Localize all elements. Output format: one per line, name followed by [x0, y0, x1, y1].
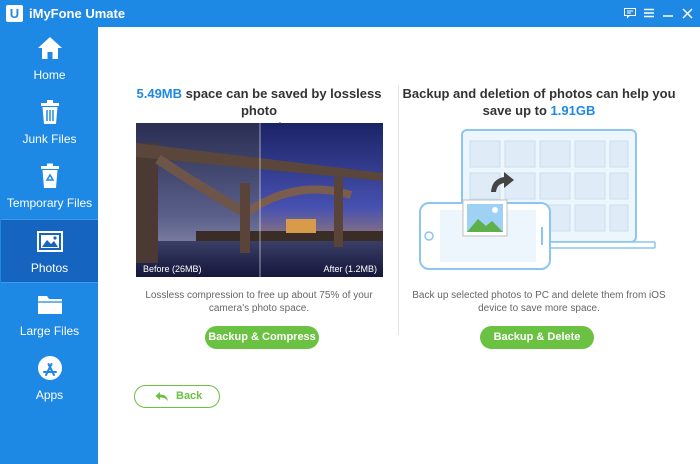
window-controls	[622, 5, 695, 21]
backup-illustration	[418, 127, 658, 275]
sidebar-item-label: Apps	[35, 388, 64, 402]
compress-savings-value: 5.49MB	[136, 86, 183, 101]
app-title: iMyFone Umate	[29, 6, 126, 21]
home-icon	[38, 37, 62, 59]
backup-description: Back up selected photos to PC and delete…	[412, 290, 666, 314]
backup-compress-button[interactable]: Backup & Compress	[205, 326, 319, 349]
sidebar-item-temporary-files[interactable]: Temporary Files	[1, 155, 98, 219]
sidebar: Home Junk Files Temporary Files Photos L…	[1, 27, 98, 464]
bridge-photo	[136, 123, 383, 277]
back-arrow-icon	[155, 392, 168, 401]
feedback-icon[interactable]	[622, 5, 638, 21]
app-window: U iMyFone Umate Home Junk Files Temporar…	[0, 0, 700, 464]
compress-description: Lossless compression to free up about 75…	[145, 290, 373, 314]
photo-icon	[37, 231, 63, 252]
sidebar-item-label: Temporary Files	[6, 196, 93, 210]
folder-icon	[38, 296, 62, 314]
backup-savings-value: 1.91GB	[550, 103, 596, 118]
title-bar[interactable]: U iMyFone Umate	[1, 1, 699, 27]
menu-icon[interactable]	[641, 5, 657, 21]
sidebar-item-label: Large Files	[19, 324, 80, 338]
backup-delete-button[interactable]: Backup & Delete	[480, 326, 594, 349]
sidebar-item-large-files[interactable]: Large Files	[1, 283, 98, 347]
sidebar-item-home[interactable]: Home	[1, 27, 98, 91]
main-panel: 5.49MB space can be saved by lossless ph…	[98, 27, 700, 464]
back-button[interactable]: Back	[134, 385, 220, 408]
after-size-label: After (1.2MB)	[323, 264, 377, 274]
recycle-bin-icon	[41, 163, 59, 188]
sidebar-item-label: Junk Files	[22, 132, 77, 146]
close-icon[interactable]	[679, 5, 695, 21]
sidebar-item-label: Photos	[30, 261, 69, 275]
app-logo-icon: U	[6, 5, 23, 22]
trash-icon	[41, 100, 59, 124]
compression-preview-image: Before (26MB) After (1.2MB)	[136, 123, 383, 277]
app-store-icon	[38, 356, 62, 380]
minimize-icon[interactable]	[660, 5, 676, 21]
sidebar-item-label: Home	[33, 68, 66, 82]
before-size-label: Before (26MB)	[143, 264, 202, 274]
sidebar-item-photos[interactable]: Photos	[1, 219, 98, 283]
sidebar-item-apps[interactable]: Apps	[1, 347, 98, 411]
pc-phone-transfer-illustration	[419, 129, 656, 270]
sidebar-item-junk-files[interactable]: Junk Files	[1, 91, 98, 155]
backup-title: Backup and deletion of photos can help y…	[402, 86, 676, 118]
back-button-label: Back	[176, 390, 203, 402]
